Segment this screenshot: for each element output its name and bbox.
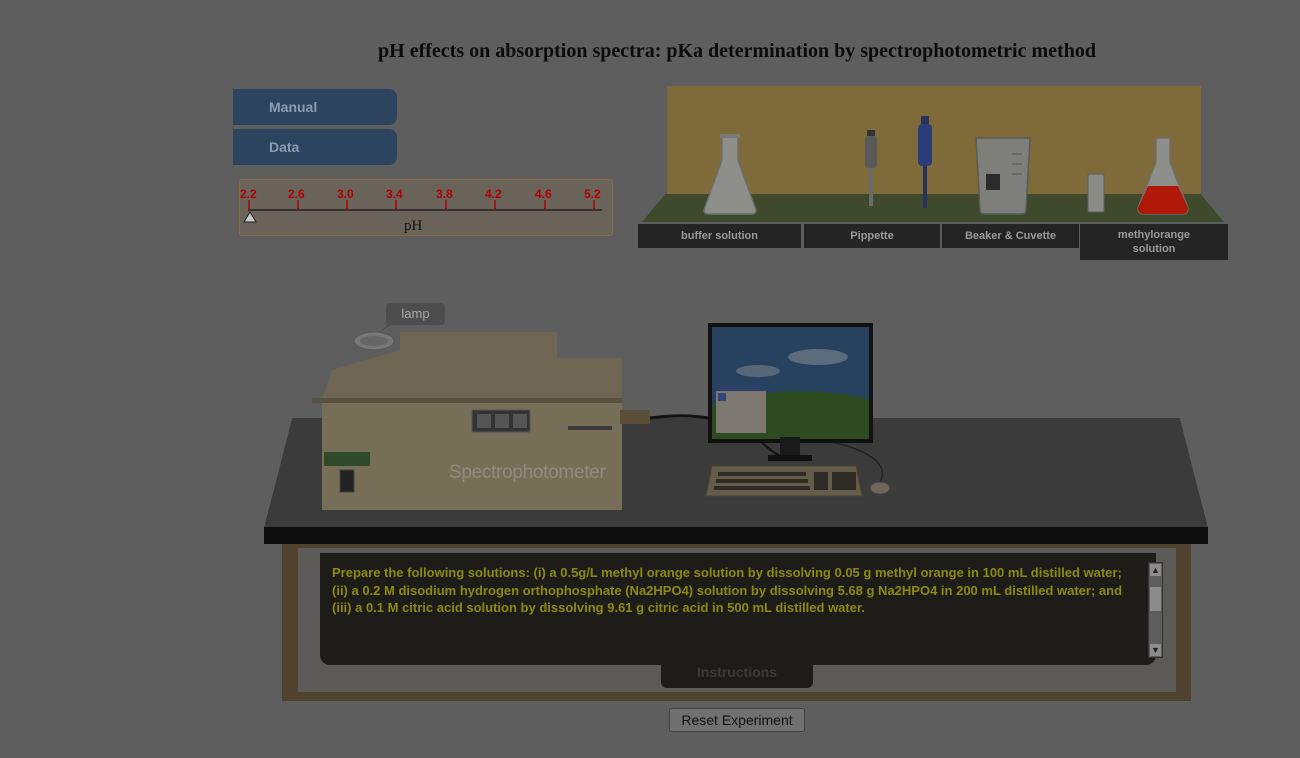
ph-tick-label: 4.6 (535, 187, 552, 201)
ph-tick-label: 2.2 (240, 187, 257, 201)
instructions-scrollbar[interactable]: ▲ ▼ (1148, 562, 1163, 658)
tick-marks (248, 200, 595, 210)
pipette-large-icon[interactable] (913, 114, 937, 212)
page-title: pH effects on absorption spectra: pKa de… (378, 40, 1096, 62)
shelf-label-methylorange[interactable]: methylorange solution (1080, 224, 1228, 260)
ph-axis-label: pH (404, 218, 423, 234)
buffer-flask-icon[interactable] (700, 132, 760, 216)
ph-tick-label: 5.2 (584, 187, 601, 201)
scroll-thumb[interactable] (1150, 587, 1161, 611)
spectrophotometer-label: Spectrophotometer (449, 462, 606, 483)
manual-button[interactable]: Manual (233, 89, 397, 125)
data-button[interactable]: Data (233, 129, 397, 165)
reset-experiment-button[interactable]: Reset Experiment (669, 708, 805, 732)
keyboard-icon[interactable] (704, 464, 864, 498)
ph-tick-label: 2.6 (288, 187, 305, 201)
instructions-tab[interactable]: Instructions (661, 660, 813, 688)
lab-table-edge (264, 527, 1208, 544)
ph-scale: 2.2 2.6 3.0 3.4 3.8 4.2 4.6 5.2 pH (240, 187, 602, 234)
ph-tick-label: 4.2 (485, 187, 502, 201)
pipette-small-icon[interactable] (860, 128, 882, 210)
computer-monitor[interactable] (708, 323, 874, 467)
lamp-housing-icon[interactable] (352, 330, 398, 352)
ph-tick-label: 3.4 (386, 187, 403, 201)
methylorange-flask-icon[interactable] (1134, 134, 1192, 216)
shelf-label-beaker-cuvette[interactable]: Beaker & Cuvette (942, 224, 1079, 248)
ph-tick-label: 3.8 (436, 187, 453, 201)
slider-handle[interactable] (243, 211, 257, 223)
ph-tick-label: 3.0 (337, 187, 354, 201)
methylorange-label-line1: methylorange (1117, 229, 1191, 241)
scroll-down-icon[interactable]: ▼ (1150, 644, 1161, 656)
shelf-label-pippette[interactable]: Pippette (804, 224, 940, 248)
mouse-icon[interactable] (868, 480, 892, 496)
instructions-text: Prepare the following solutions: (i) a 0… (332, 565, 1123, 616)
shelf-label-buffer[interactable]: buffer solution (638, 224, 801, 248)
methylorange-label-line2: solution (1132, 243, 1176, 255)
lamp-tag-pointer (380, 322, 396, 332)
scroll-up-icon[interactable]: ▲ (1150, 564, 1161, 576)
beaker-icon[interactable] (972, 134, 1034, 216)
cuvette-icon[interactable] (1086, 172, 1106, 214)
ph-slider[interactable]: 2.2 2.6 3.0 3.4 3.8 4.2 4.6 5.2 pH (239, 179, 613, 236)
